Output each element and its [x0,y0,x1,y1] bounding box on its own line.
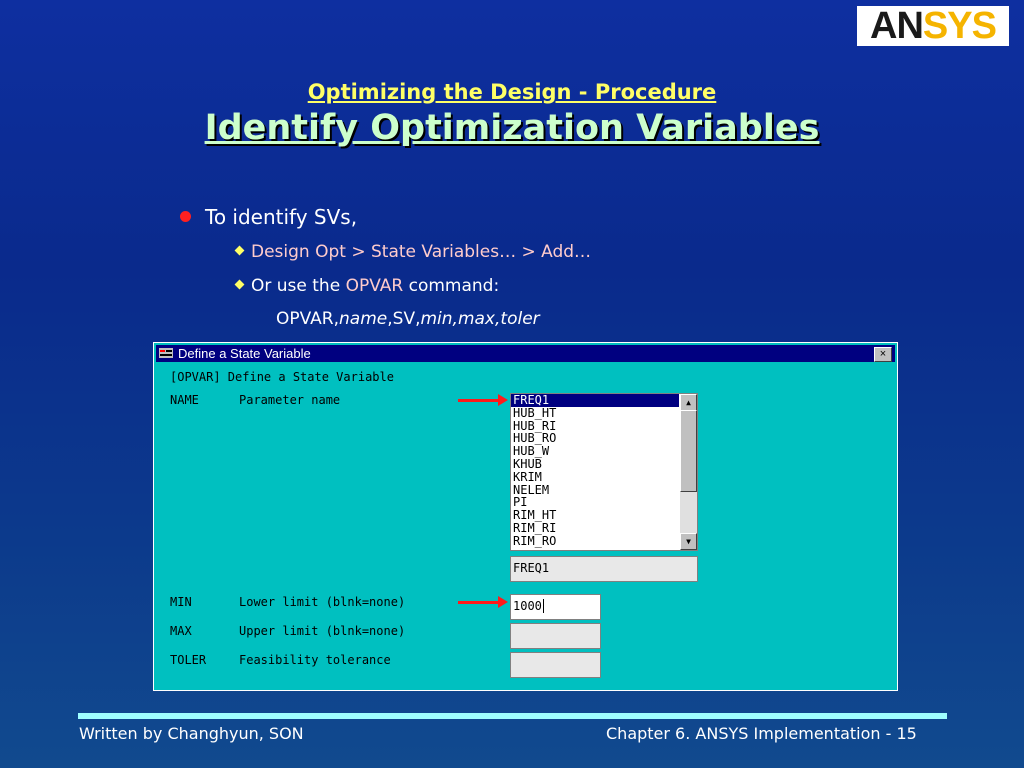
command-prefix: Or use the [251,276,346,296]
ansys-logo: AN SYS [857,6,1009,46]
footer-author: Written by Changhyun, SON [79,724,304,743]
syntax-cmd: OPVAR, [276,309,340,329]
list-item[interactable]: KHUB [511,458,679,471]
scrollbar-thumb[interactable] [680,410,697,492]
name-desc-label: Parameter name [239,393,341,407]
bullet-identify-svs: To identify SVs, [180,205,357,229]
scroll-down-button[interactable]: ▼ [680,533,697,550]
listbox-items: FREQ1 HUB_HT HUB_RI HUB_RO HUB_W KHUB KRIM NELE… [511,394,679,548]
footer-chapter: Chapter 6. ANSYS Implementation - 15 [606,724,917,743]
red-bullet-icon [180,211,191,222]
scroll-up-button[interactable]: ▲ [680,394,697,411]
min-desc-label: Lower limit (blnk=none) [239,595,406,609]
define-state-variable-dialog: Define a State Variable × [OPVAR] Define… [153,342,898,691]
sub-bullet-menu-path: Design Opt > State Variables… > Add… [234,242,592,262]
command-name: OPVAR [345,276,404,296]
syntax-min: min, [420,309,458,329]
max-desc-label: Upper limit (blnk=none) [239,624,406,638]
toler-desc-label: Feasibility tolerance [239,653,391,667]
max-field[interactable] [510,623,601,649]
min-field[interactable]: 1000 [510,594,601,620]
logo-part-an: AN [870,5,924,47]
slide-subtitle: Optimizing the Design - Procedure [307,80,717,104]
footer-divider [78,713,947,719]
window-menu-icon[interactable] [159,348,173,358]
dialog-header: [OPVAR] Define a State Variable [170,370,394,384]
text-cursor [542,599,544,613]
dialog-titlebar[interactable]: Define a State Variable × [156,345,895,362]
name-key-label: NAME [170,393,199,407]
menu-path-text: Design Opt > State Variables… > Add… [251,242,592,262]
listbox-scrollbar[interactable]: ▲ ▼ [680,394,697,550]
syntax-name: name [339,309,388,329]
list-item[interactable]: FREQ1 [511,394,679,407]
name-field[interactable]: FREQ1 [510,556,698,582]
list-item[interactable]: KRIM [511,470,679,484]
slide-title: Identify Optimization Variables [204,108,820,148]
command-syntax: OPVAR,name,SV,min,max,toler [276,309,540,329]
list-item[interactable]: RIM_RO [511,534,679,548]
list-item[interactable]: HUB_HT [511,406,679,420]
toler-field[interactable] [510,652,601,678]
list-item[interactable]: RIM_RI [511,522,679,535]
close-button[interactable]: × [874,347,892,362]
dialog-title: Define a State Variable [178,346,311,361]
min-value: 1000 [513,599,542,613]
syntax-max: max, [457,309,501,329]
logo-part-sys: SYS [922,5,997,47]
red-arrow-icon [458,596,508,608]
toler-key-label: TOLER [170,653,207,667]
bullet-text: To identify SVs, [205,205,358,229]
diamond-bullet-icon [234,279,245,289]
max-key-label: MAX [170,624,192,638]
command-suffix: command: [403,276,500,296]
sub-bullet-command: Or use the OPVAR command: [234,276,500,296]
min-key-label: MIN [170,595,192,609]
diamond-bullet-icon [234,245,245,255]
red-arrow-icon [458,394,508,406]
syntax-sv: ,SV, [387,309,421,329]
parameter-name-listbox[interactable]: FREQ1 HUB_HT HUB_RI HUB_RO HUB_W KHUB KRIM NELE… [510,393,698,551]
list-item[interactable]: NELEM [511,483,679,497]
syntax-toler: toler [500,309,540,329]
